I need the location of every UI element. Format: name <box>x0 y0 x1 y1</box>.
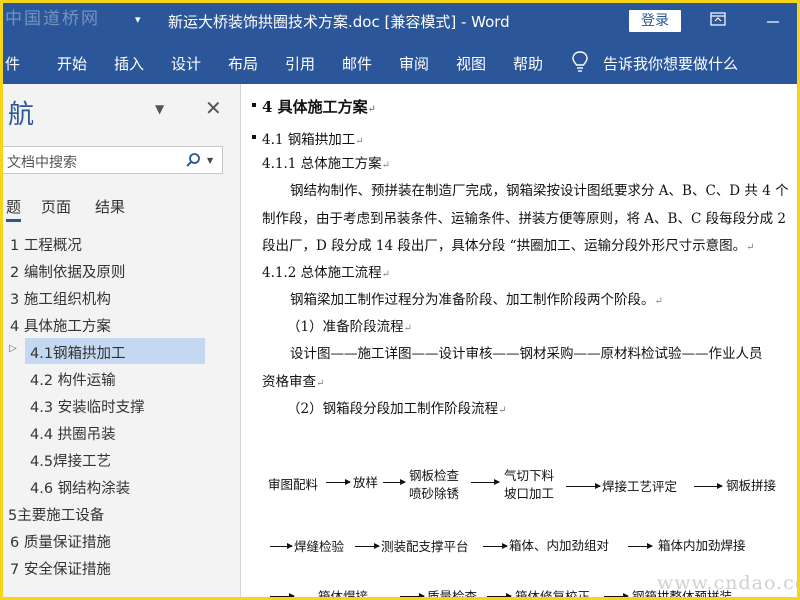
heading-4: 4 具体施工方案↵ <box>262 98 377 116</box>
nav-options-chevron-down-icon[interactable]: ▼ <box>155 102 164 116</box>
flow-step: 审图配料 <box>268 477 319 492</box>
nav-heading-item[interactable]: 3 施工组织机构 <box>10 288 111 309</box>
flow-arrow <box>270 593 295 597</box>
login-button[interactable]: 登录 <box>629 10 681 32</box>
quick-access-dropdown-icon[interactable]: ▾ <box>135 13 141 26</box>
tell-me-box[interactable]: 告诉我你想要做什么 <box>603 53 738 74</box>
flow-arrow <box>355 543 380 549</box>
tab-help[interactable]: 帮助 <box>513 53 543 74</box>
body-text: （1）准备阶段流程↵ <box>287 319 412 335</box>
flow-arrow <box>471 479 500 485</box>
flow-step: 放样 <box>353 475 379 490</box>
search-icon[interactable] <box>185 152 201 168</box>
close-icon[interactable]: ✕ <box>205 96 222 120</box>
search-input[interactable]: 文档中搜索 <box>7 152 77 172</box>
flow-arrow <box>483 543 508 549</box>
flow-step: 箱体焊接 <box>318 589 369 600</box>
flow-step: 焊接工艺评定 <box>602 479 678 494</box>
body-text: （2）钢箱段分段加工制作阶段流程↵ <box>287 401 507 417</box>
flow-arrow <box>383 479 406 485</box>
tab-home[interactable]: 开始 <box>57 53 87 74</box>
flow-step: 质量检查 <box>427 589 478 600</box>
nav-heading-item[interactable]: 4 具体施工方案 <box>10 315 111 336</box>
nav-heading-item[interactable]: 4.4 拱圈吊装 <box>30 423 116 444</box>
minimize-icon[interactable] <box>761 9 785 33</box>
ribbon-display-options-icon[interactable] <box>706 9 730 33</box>
heading-4-1: 4.1 钢箱拱加工↵ <box>262 132 364 148</box>
flow-arrow <box>270 543 293 549</box>
tab-design[interactable]: 设计 <box>171 53 201 74</box>
flow-step: 钢板拼接 <box>726 478 777 493</box>
flow-step: 箱体、内加劲组对 <box>509 538 610 553</box>
heading-4-text: 4 具体施工方案 <box>262 98 368 116</box>
tab-references[interactable]: 引用 <box>285 53 315 74</box>
heading-bullet <box>252 135 256 139</box>
nav-heading-item[interactable]: 4.2 构件运输 <box>30 369 116 390</box>
nav-heading-item[interactable]: 4.3 安装临时支撑 <box>30 396 145 417</box>
body-text: 段出厂，D 段分成 14 段出厂，具体分段 “拱圈加工、运输分段外形尺寸示意图。… <box>262 238 755 254</box>
flow-step: 钢板检查 <box>409 468 460 483</box>
title-bar: 中国道桥网 ▾ 新运大桥装饰拱圈技术方案.doc [兼容模式] - Word 登… <box>3 3 797 39</box>
heading-4-1-1: 4.1.1 总体施工方案↵ <box>262 156 391 172</box>
flow-arrow <box>400 593 425 597</box>
ribbon-tabs: 件 开始 插入 设计 布局 引用 邮件 审阅 视图 帮助 告诉我你想要做什么 <box>3 39 797 84</box>
flow-step: 喷砂除锈 <box>409 486 460 501</box>
tab-layout[interactable]: 布局 <box>228 53 258 74</box>
body-text: 钢箱梁加工制作过程分为准备阶段、加工制作阶段两个阶段。↵ <box>290 292 663 308</box>
nav-tab-pages[interactable]: 页面 <box>41 196 71 217</box>
tab-review[interactable]: 审阅 <box>399 53 429 74</box>
nav-tab-results[interactable]: 结果 <box>95 196 125 217</box>
body-text: 资格审查↵ <box>262 374 325 390</box>
watermark-top: 中国道桥网 <box>5 9 100 29</box>
heading-bullet <box>252 103 256 107</box>
nav-heading-item[interactable]: 6 质量保证措施 <box>10 531 111 552</box>
nav-heading-item[interactable]: 7 安全保证措施 <box>10 558 111 579</box>
body-text: 设计图——施工详图——设计审核——钢材采购——原材料检试验——作业人员 <box>290 346 763 362</box>
nav-heading-item[interactable]: 4.6 钢结构涂装 <box>30 477 130 498</box>
nav-tab-headings[interactable]: 题 <box>6 196 22 222</box>
nav-heading-item[interactable]: 1 工程概况 <box>10 234 82 255</box>
heading-4-1-2: 4.1.2 总体施工流程↵ <box>262 265 391 281</box>
tab-view[interactable]: 视图 <box>456 53 486 74</box>
body-text: 钢结构制作、预拼装在制造厂完成，钢箱梁按设计图纸要求分 A、B、C、D 共 4 … <box>290 183 789 199</box>
body-text: 制作段，由于考虑到吊装条件、运输条件、拼装方便等原则，将 A、B、C 段每段分成… <box>262 211 786 227</box>
flow-arrow <box>487 593 512 597</box>
nav-heading-item[interactable]: 5主要施工设备 <box>8 504 104 525</box>
document-page[interactable]: 4 具体施工方案↵ 4.1 钢箱拱加工↵ 4.1.1 总体施工方案↵ 钢结构制作… <box>242 84 797 600</box>
flow-arrow <box>628 543 653 549</box>
flow-step: 气切下料 <box>504 468 555 483</box>
nav-heading-item[interactable]: 2 编制依据及原则 <box>10 261 125 282</box>
search-dropdown-icon[interactable]: ▼ <box>207 156 213 165</box>
expand-arrow-icon[interactable]: ▷ <box>9 343 17 354</box>
tab-mailings[interactable]: 邮件 <box>342 53 372 74</box>
flow-step: 测装配支撑平台 <box>381 539 469 554</box>
navigation-pane: 航 ▼ ✕ 文档中搜索 ▼ 题 页面 结果 ▷ 1 工程概况 2 编制依据及原则… <box>3 84 241 597</box>
flow-step: 焊缝检验 <box>294 539 345 554</box>
nav-heading-item-selected[interactable]: 4.1钢箱拱加工 <box>30 342 126 363</box>
window-frame: 中国道桥网 ▾ 新运大桥装饰拱圈技术方案.doc [兼容模式] - Word 登… <box>0 0 800 600</box>
tab-file[interactable]: 件 <box>5 53 20 74</box>
flow-arrow <box>566 483 601 489</box>
flow-step: 坡口加工 <box>504 486 555 501</box>
watermark-bottom: www.cndao.com <box>657 572 797 594</box>
flow-step: 箱体内加劲焊接 <box>658 538 746 553</box>
window-title: 新运大桥装饰拱圈技术方案.doc [兼容模式] - Word <box>168 13 510 31</box>
nav-heading-item[interactable]: 4.5焊接工艺 <box>30 450 111 471</box>
lightbulb-icon <box>572 51 588 72</box>
nav-search-box[interactable]: 文档中搜索 ▼ <box>3 146 223 174</box>
flow-step: 箱体修复校正 <box>515 589 591 600</box>
flow-arrow <box>326 479 351 485</box>
flow-arrow <box>604 593 629 597</box>
nav-pane-title: 航 <box>8 100 35 130</box>
tab-insert[interactable]: 插入 <box>114 53 144 74</box>
flow-arrow <box>694 483 723 489</box>
